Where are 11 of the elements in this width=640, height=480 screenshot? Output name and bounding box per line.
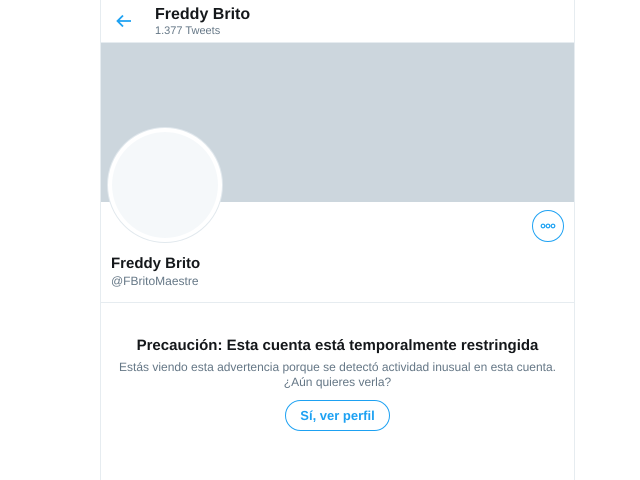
warning-text: Estás viendo esta advertencia porque se detectó actividad inusual en esta cuenta. ¿Aún quieres verla? bbox=[119, 360, 556, 390]
header-title: Freddy Brito bbox=[155, 4, 250, 24]
profile-name: Freddy Brito bbox=[111, 255, 202, 273]
tweet-count: 1.377 Tweets bbox=[155, 24, 222, 38]
more-button[interactable] bbox=[532, 210, 564, 242]
view-profile-button[interactable]: Sí, ver perfil bbox=[285, 400, 390, 431]
more-icon bbox=[540, 223, 556, 229]
back-arrow-icon bbox=[115, 12, 133, 30]
back-button[interactable] bbox=[115, 12, 133, 30]
warning-title: Precaución: Esta cuenta está temporalmente restringida bbox=[136, 336, 538, 356]
profile-handle: @FBritoMaestre bbox=[111, 273, 200, 289]
